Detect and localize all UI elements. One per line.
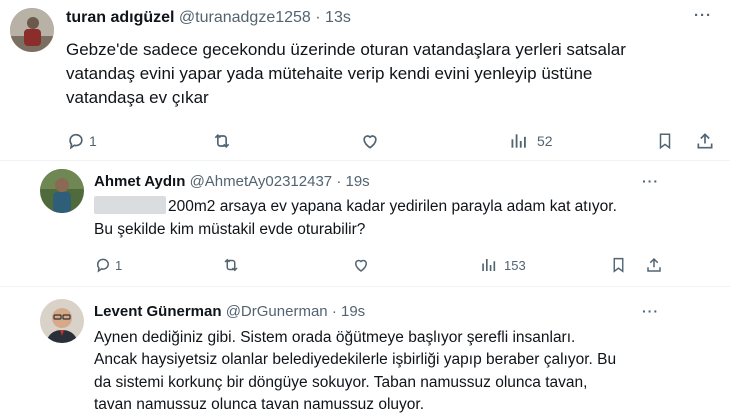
tweet-text: 200m2 arsaya ev yapana kadar yedirilen p… xyxy=(94,195,617,242)
tweet-header: Ahmet Aydın @AhmetAy02312437 · 19s xyxy=(94,173,370,190)
avatar[interactable] xyxy=(10,8,54,52)
author-name[interactable]: Levent Günerman xyxy=(94,303,222,320)
timestamp[interactable]: 19s xyxy=(345,173,369,190)
tweet-text-line: da sistemi korkunç bir döngüye sokuyor. … xyxy=(94,373,588,391)
heart-icon xyxy=(354,259,368,272)
bookmark-icon xyxy=(613,257,624,273)
heart-icon xyxy=(363,135,377,149)
reply-button[interactable]: 1 xyxy=(66,131,97,151)
reply-button[interactable]: 1 xyxy=(94,256,122,274)
avatar[interactable] xyxy=(40,299,84,343)
separator-dot: · xyxy=(331,303,337,320)
tweet-text-line: Gebze'de sadece gecekondu üzerinde otura… xyxy=(66,40,626,59)
tweet-text-line: 200m2 arsaya ev yapana kadar yedirilen p… xyxy=(94,195,617,218)
views-button[interactable]: 153 xyxy=(480,256,526,274)
redacted-mention xyxy=(94,196,166,214)
author-name[interactable]: Ahmet Aydın xyxy=(94,173,185,190)
avatar[interactable] xyxy=(40,169,84,213)
timestamp[interactable]: 13s xyxy=(325,9,351,26)
tweet-text-line-content: 200m2 arsaya ev yapana kadar yedirilen p… xyxy=(168,198,617,215)
share-icon xyxy=(697,133,713,149)
tweet-text-line: Ancak haysiyetsiz olanlar belediyedekile… xyxy=(94,351,617,369)
share-button[interactable] xyxy=(645,256,663,274)
repost-icon xyxy=(224,258,238,272)
separator-dot: · xyxy=(315,9,321,26)
separator-dot: · xyxy=(336,173,342,190)
tweet-2[interactable]: Ahmet Aydın @AhmetAy02312437 · 19s ··· 2… xyxy=(0,161,730,286)
timestamp[interactable]: 19s xyxy=(341,303,365,320)
tweet-text-line: Bu şekilde kim müstakil evde oturabilir? xyxy=(94,221,366,239)
tweet-text: Gebze'de sadece gecekondu üzerinde otura… xyxy=(66,38,626,110)
like-button[interactable] xyxy=(359,131,381,151)
more-options-icon[interactable]: ··· xyxy=(642,303,659,319)
tweet-text: Aynen dediğiniz gibi. Sistem orada öğütm… xyxy=(94,327,616,417)
tweet-header: Levent Günerman @DrGunerman · 19s xyxy=(94,303,365,320)
tweet-header: turan adıgüzel @turanadgze1258 · 13s xyxy=(66,9,351,27)
bookmark-button[interactable] xyxy=(610,256,627,274)
tweet-text-line: vatandaşa ev çıkar xyxy=(66,88,209,108)
share-icon xyxy=(647,257,661,272)
views-chart-icon xyxy=(511,134,526,148)
tweet-text-line: vatandaş evini yapar yada mütehaite veri… xyxy=(66,64,593,84)
reply-count: 1 xyxy=(89,133,97,149)
tweet-text-line: Aynen dediğiniz gibi. Sistem orada öğütm… xyxy=(94,329,576,346)
views-count: 153 xyxy=(504,257,526,273)
tweet-text-line: tavan namussuz olunca tavan namussuz olu… xyxy=(94,396,424,414)
author-name[interactable]: turan adıgüzel xyxy=(66,9,174,26)
more-options-icon[interactable]: ··· xyxy=(642,173,659,189)
repost-button[interactable] xyxy=(221,256,241,274)
tweet-1[interactable]: turan adıgüzel @turanadgze1258 · 13s ···… xyxy=(0,0,730,160)
views-chart-icon xyxy=(482,259,496,271)
like-button[interactable] xyxy=(351,256,371,274)
reply-count: 1 xyxy=(115,257,123,273)
author-handle[interactable]: @turanadgze1258 xyxy=(179,9,311,26)
bookmark-button[interactable] xyxy=(656,131,674,151)
author-handle[interactable]: @DrGunerman xyxy=(226,303,328,320)
reply-icon xyxy=(69,133,83,150)
bookmark-icon xyxy=(659,133,671,150)
share-button[interactable] xyxy=(695,131,715,151)
more-options-icon[interactable]: ··· xyxy=(694,7,712,24)
repost-button[interactable] xyxy=(211,131,233,151)
repost-icon xyxy=(214,133,230,149)
views-button[interactable]: 52 xyxy=(509,131,553,151)
views-count: 52 xyxy=(537,133,553,149)
reply-icon xyxy=(96,258,109,273)
author-handle[interactable]: @AhmetAy02312437 xyxy=(190,173,333,190)
tweet-3[interactable]: Levent Günerman @DrGunerman · 19s ··· Ay… xyxy=(0,287,730,420)
